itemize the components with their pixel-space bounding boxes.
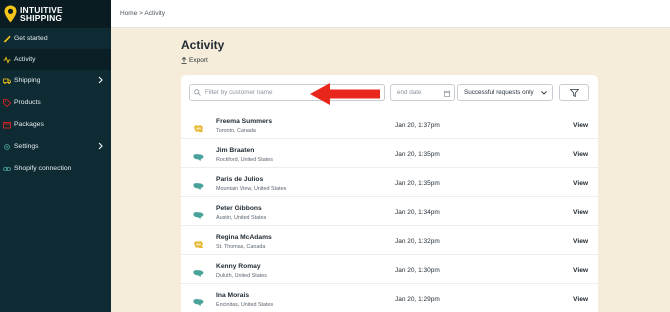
annotation-arrow-icon: [310, 83, 380, 105]
usa-map-icon: [193, 265, 204, 277]
export-button[interactable]: Export: [181, 57, 208, 64]
table-row[interactable]: Regina McAdams St. Thomas, Canada Jan 20, …: [181, 226, 598, 255]
view-link[interactable]: View: [573, 180, 588, 187]
customer-name: Jim Braaten: [216, 147, 255, 154]
filter-button[interactable]: [559, 84, 589, 101]
view-link[interactable]: View: [573, 151, 588, 158]
sidebar-item-label: Packages: [14, 121, 44, 128]
search-placeholder: Filter by customer name: [205, 89, 273, 96]
breadcrumb[interactable]: Home > Activity: [120, 10, 165, 17]
sidebar-item-settings[interactable]: Settings: [0, 136, 111, 157]
request-date: Jan 20, 1:37pm: [395, 122, 440, 129]
sidebar-item-label: Products: [14, 99, 41, 106]
sidebar-item-get-started[interactable]: Get started: [0, 28, 111, 49]
end-date-field[interactable]: end date: [390, 84, 455, 101]
view-link[interactable]: View: [573, 209, 588, 216]
request-date: Jan 20, 1:29pm: [395, 296, 440, 303]
usa-map-icon: [193, 178, 204, 190]
activity-icon: [3, 55, 11, 64]
search-icon: [194, 89, 201, 96]
status-filter-select[interactable]: Successful requests only: [457, 84, 553, 101]
table-row[interactable]: Ina Morais Encinitas, United States Jan 20…: [181, 284, 598, 312]
upload-icon: [181, 57, 187, 64]
page-title: Activity: [181, 38, 225, 52]
customer-name: Kenny Romay: [216, 263, 261, 270]
view-link[interactable]: View: [573, 122, 588, 129]
usa-map-icon: [193, 149, 204, 161]
sidebar-item-shopify-connection[interactable]: Shopify connection: [0, 158, 111, 179]
truck-icon: [3, 77, 11, 85]
gear-icon: [3, 143, 11, 151]
customer-name: Ina Morais: [216, 292, 250, 299]
end-date-placeholder: end date: [397, 89, 422, 96]
customer-location: Rockford, United States: [216, 157, 273, 163]
sidebar-item-label: Shipping: [14, 77, 41, 84]
request-date: Jan 20, 1:34pm: [395, 209, 440, 216]
calendar-icon: [444, 90, 450, 97]
rocket-icon: [3, 35, 11, 43]
table-row[interactable]: Paris de Julios Mountain View, United Sta…: [181, 168, 598, 197]
request-date: Jan 20, 1:35pm: [395, 151, 440, 158]
request-date: Jan 20, 1:32pm: [395, 238, 440, 245]
customer-location: Mountain View, United States: [216, 186, 287, 192]
link-icon: [3, 165, 11, 173]
table-row[interactable]: Peter Gibbons Austin, United States Jan 20…: [181, 197, 598, 226]
sidebar-item-label: Shopify connection: [14, 165, 72, 172]
brand-name: INTUITIVE SHIPPING: [20, 5, 63, 23]
view-link[interactable]: View: [573, 238, 588, 245]
customer-name: Freema Summers: [216, 118, 273, 125]
sidebar-item-label: Activity: [14, 56, 36, 63]
customer-location: Duluth, United States: [216, 273, 267, 279]
sidebar-item-label: Settings: [14, 143, 39, 150]
sidebar-item-shipping[interactable]: Shipping: [0, 70, 111, 91]
export-label: Export: [189, 57, 208, 64]
customer-location: Toronto, Canada: [216, 128, 256, 134]
customer-name: Regina McAdams: [216, 234, 272, 241]
table-row[interactable]: Jim Braaten Rockford, United States Jan 20…: [181, 139, 598, 168]
canada-map-icon: [193, 120, 204, 132]
status-filter-value: Successful requests only: [464, 89, 534, 96]
tag-icon: [3, 98, 11, 107]
sidebar-item-activity[interactable]: Activity: [0, 49, 111, 70]
usa-map-icon: [193, 207, 204, 219]
brand-line2: SHIPPING: [20, 13, 63, 23]
table-row[interactable]: Kenny Romay Duluth, United States Jan 20, …: [181, 255, 598, 284]
sidebar-item-packages[interactable]: Packages: [0, 114, 111, 135]
filter-icon: [569, 88, 579, 97]
table-row[interactable]: Freema Summers Toronto, Canada Jan 20, 1:3…: [181, 110, 598, 139]
sidebar-item-products[interactable]: Products: [0, 92, 111, 113]
usa-map-icon: [193, 294, 204, 306]
chevron-right-icon: [98, 142, 103, 150]
customer-name: Paris de Julios: [216, 176, 264, 183]
top-bar: Home > Activity: [111, 0, 670, 28]
chevron-down-icon: [541, 91, 547, 95]
request-date: Jan 20, 1:30pm: [395, 267, 440, 274]
view-link[interactable]: View: [573, 267, 588, 274]
location-pin-icon: [4, 5, 17, 23]
customer-location: Austin, United States: [216, 215, 267, 221]
view-link[interactable]: View: [573, 296, 588, 303]
customer-location: Encinitas, United States: [216, 302, 274, 308]
customer-name: Peter Gibbons: [216, 205, 262, 212]
chevron-right-icon: [98, 76, 103, 84]
brand-logo[interactable]: INTUITIVE SHIPPING: [0, 0, 111, 28]
sidebar: INTUITIVE SHIPPING Get started Activity …: [0, 0, 111, 312]
customer-location: St. Thomas, Canada: [216, 244, 266, 250]
request-date: Jan 20, 1:35pm: [395, 180, 440, 187]
canada-map-icon: [193, 236, 204, 248]
package-icon: [3, 121, 11, 129]
sidebar-item-label: Get started: [14, 35, 48, 42]
